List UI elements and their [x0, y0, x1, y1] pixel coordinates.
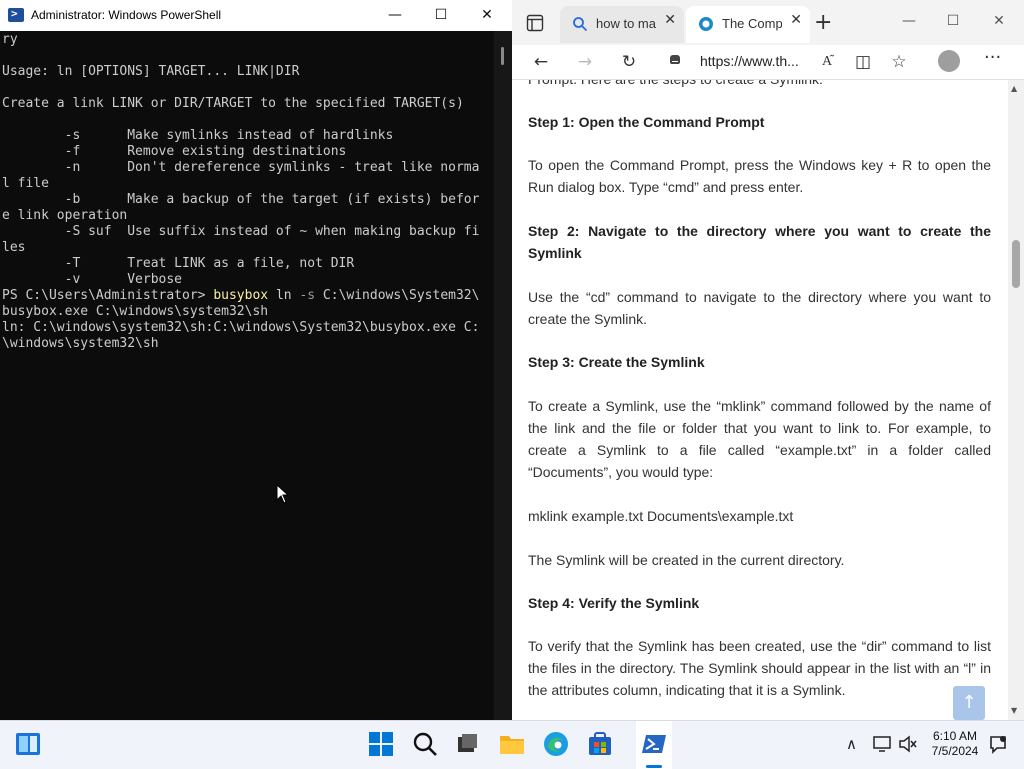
tab-search[interactable]: how to ma ✕ [560, 6, 684, 43]
console-line: -n Don't dereference symlinks - treat li… [2, 160, 480, 175]
read-aloud-icon[interactable]: A᷉ [814, 49, 840, 75]
console-command-line: PS C:\Users\Administrator> busybox ln -s… [2, 288, 479, 304]
console-line: -T Treat LINK as a file, not DIR [2, 256, 355, 271]
scrollbar-thumb[interactable] [501, 47, 504, 65]
article-text: Prompt. Here are the steps to create a S… [528, 80, 991, 90]
article-paragraph: To create a Symlink, use the “mklink” co… [528, 398, 991, 480]
taskbar-active-app[interactable] [636, 721, 672, 769]
article-paragraph: The Symlink will be created in the curre… [528, 552, 845, 568]
edge-window[interactable]: how to ma ✕ The Compl ✕ + — ☐ ✕ ← → ↻ ht… [512, 0, 1024, 720]
step-heading: Step 4: Verify the Symlink [528, 595, 700, 611]
favorites-icon[interactable]: ☆ [886, 49, 912, 75]
console-line: Usage: ln [OPTIONS] TARGET... LINK|DIR [2, 64, 300, 79]
article-paragraph: Use the “cd” command to navigate to the … [528, 289, 991, 327]
console-line: \windows\system32\sh [2, 336, 159, 351]
page-scrollbar[interactable]: ▲ ▼ [1008, 80, 1024, 720]
site-favicon-icon [699, 17, 713, 31]
back-icon[interactable]: ← [528, 49, 554, 75]
search-icon [573, 17, 588, 32]
minimize-button[interactable]: — [886, 0, 932, 42]
scroll-down-icon[interactable]: ▼ [1011, 706, 1017, 715]
console-line: ry [2, 32, 18, 47]
search-icon[interactable] [412, 731, 438, 757]
prompt: PS C:\Users\Administrator> [2, 288, 214, 303]
system-clock[interactable]: 6:10 AM 7/5/2024 [925, 729, 985, 759]
close-button[interactable]: ✕ [464, 0, 510, 31]
store-icon[interactable] [587, 731, 613, 757]
tray-chevron-icon[interactable]: ∧ [846, 735, 857, 753]
back-to-top-button[interactable]: ↑ [953, 686, 985, 720]
article-paragraph: To verify that the Symlink has been crea… [528, 638, 991, 698]
console-output[interactable]: ry Usage: ln [OPTIONS] TARGET... LINK|DI… [0, 31, 494, 720]
command-flag: -s [299, 288, 316, 303]
page-content[interactable]: Prompt. Here are the steps to create a S… [512, 80, 1008, 720]
powershell-title: Administrator: Windows PowerShell [31, 8, 222, 22]
network-icon[interactable] [873, 735, 893, 753]
file-explorer-icon[interactable] [499, 731, 525, 757]
tab-article[interactable]: The Compl ✕ [686, 6, 810, 43]
console-line: -b Make a backup of the target (if exist… [2, 192, 480, 207]
refresh-icon[interactable]: ↻ [616, 49, 642, 75]
step-heading: Step 2: Navigate to the directory where … [528, 223, 991, 261]
step-heading: Step 3: Create the Symlink [528, 354, 705, 370]
console-line: busybox.exe C:\windows\system32\sh [2, 304, 269, 319]
task-view-icon[interactable] [454, 731, 480, 757]
tab-label: how to ma [596, 16, 656, 31]
command-name: busybox [213, 288, 269, 303]
tab-close-button[interactable]: ✕ [790, 12, 802, 28]
code-example: mklink example.txt Documents\example.txt [528, 508, 794, 524]
clock-time: 6:10 AM [932, 729, 978, 743]
scroll-up-icon[interactable]: ▲ [1011, 84, 1017, 93]
scrollbar-thumb[interactable] [1012, 240, 1020, 288]
console-line: -f Remove existing destinations [2, 144, 347, 159]
console-line: l file [2, 176, 49, 191]
console-line: Create a link LINK or DIR/TARGET to the … [2, 96, 464, 111]
console-line: -s Make symlinks instead of hardlinks [2, 128, 394, 143]
console-line: e link operation [2, 208, 128, 223]
url-text: https://www.th... [700, 53, 799, 69]
tab-label: The Compl [722, 16, 782, 31]
tab-actions-icon[interactable] [526, 14, 544, 32]
console-line: les [2, 240, 26, 255]
maximize-button[interactable]: ☐ [930, 0, 976, 42]
new-tab-button[interactable]: + [814, 10, 832, 36]
powershell-icon[interactable] [641, 731, 667, 757]
console-line: -S suf Use suffix instead of ~ when maki… [2, 224, 480, 239]
step-heading: Step 1: Open the Command Prompt [528, 114, 765, 130]
split-screen-icon[interactable]: ◫ [850, 49, 876, 75]
widgets-icon[interactable] [15, 731, 41, 757]
console-line: -v Verbose [2, 272, 183, 287]
profile-icon[interactable] [938, 50, 960, 72]
clock-date: 7/5/2024 [931, 744, 979, 758]
forward-icon[interactable]: → [572, 49, 598, 75]
browser-toolbar: ← → ↻ https://www.th... A᷉ ◫ ☆ ··· [512, 45, 1024, 80]
close-button[interactable]: ✕ [976, 0, 1022, 42]
powershell-icon: > [8, 7, 24, 22]
command-args: C:\windows\System32\ [315, 288, 480, 303]
minimize-button[interactable]: — [372, 0, 418, 31]
edge-icon[interactable] [543, 731, 569, 757]
maximize-button[interactable]: ☐ [418, 0, 464, 31]
powershell-window[interactable]: > Administrator: Windows PowerShell — ☐ … [0, 0, 512, 720]
tab-close-button[interactable]: ✕ [664, 12, 676, 28]
console-line: ln: C:\windows\system32\sh:C:\windows\Sy… [2, 320, 480, 335]
taskbar: ∧ 6:10 AM 7/5/2024 [0, 720, 1024, 769]
powershell-titlebar[interactable]: > Administrator: Windows PowerShell — ☐ … [0, 0, 512, 31]
more-icon[interactable]: ··· [984, 47, 1001, 68]
mouse-cursor-icon [276, 484, 290, 504]
notification-icon[interactable] [988, 734, 1008, 754]
article-paragraph: To open the Command Prompt, press the Wi… [528, 157, 991, 195]
volume-muted-icon[interactable] [898, 735, 918, 753]
start-icon[interactable] [368, 731, 394, 757]
lock-icon[interactable] [670, 55, 680, 64]
tab-strip: how to ma ✕ The Compl ✕ + — ☐ ✕ [512, 0, 1024, 45]
command-args: ln [268, 288, 300, 303]
console-scrollbar[interactable] [494, 31, 512, 720]
